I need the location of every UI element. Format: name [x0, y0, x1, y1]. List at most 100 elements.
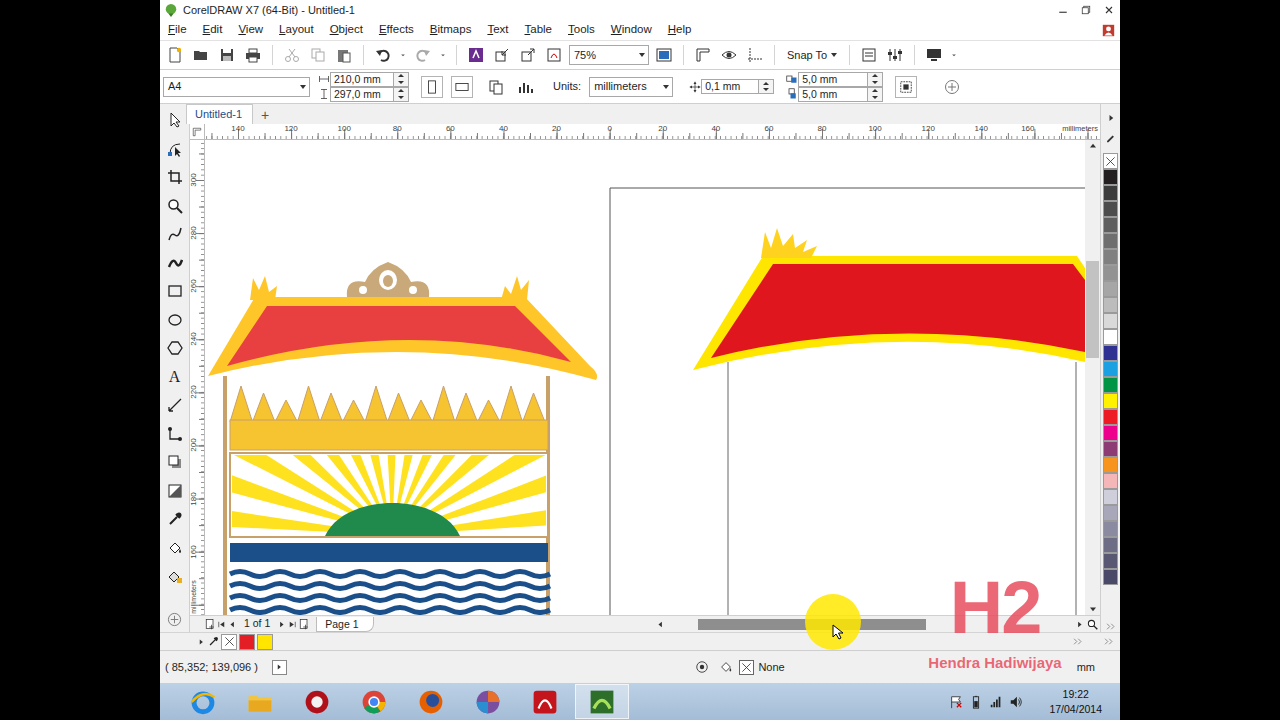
color-swatch[interactable]	[1103, 393, 1118, 409]
color-swatch[interactable]	[257, 634, 273, 650]
minimize-button[interactable]	[1051, 0, 1074, 20]
zoom-tool[interactable]	[164, 195, 186, 217]
copy-button[interactable]	[307, 44, 329, 66]
close-button[interactable]	[1097, 0, 1120, 20]
color-swatch[interactable]	[1103, 281, 1118, 297]
taskbar-app[interactable]	[461, 684, 515, 719]
color-swatch[interactable]	[1103, 297, 1118, 313]
color-swatch[interactable]	[1103, 377, 1118, 393]
eyedrop-icon[interactable]	[208, 636, 219, 647]
spinner[interactable]	[868, 87, 883, 102]
color-swatch[interactable]	[1103, 153, 1118, 169]
page-size-combo[interactable]: A4	[163, 77, 310, 97]
color-swatch[interactable]	[1103, 537, 1118, 553]
color-swatch[interactable]	[1103, 217, 1118, 233]
maximize-button[interactable]	[1074, 0, 1097, 20]
portrait-button[interactable]	[421, 76, 443, 98]
status-info-button[interactable]	[272, 660, 287, 675]
paste-button[interactable]	[333, 44, 355, 66]
menu-item[interactable]: Object	[322, 21, 371, 38]
clock-time[interactable]: 19:22	[1063, 687, 1089, 702]
zoom-level-combo[interactable]: 75%	[569, 45, 649, 65]
color-swatch[interactable]	[1103, 457, 1118, 473]
menu-item[interactable]: Edit	[195, 21, 231, 38]
connect-button[interactable]	[465, 44, 487, 66]
connector-tool[interactable]	[164, 423, 186, 445]
sliders-button[interactable]	[884, 44, 906, 66]
import-button[interactable]	[491, 44, 513, 66]
launch-button[interactable]	[923, 44, 945, 66]
dbl-icon[interactable]	[1103, 636, 1114, 647]
up-icon[interactable]	[1087, 140, 1099, 152]
page-width[interactable]: 210,0 mm	[334, 73, 381, 86]
scrollbar-thumb[interactable]	[698, 619, 926, 630]
page-height-field[interactable]: 297,0 mm	[330, 87, 394, 102]
first-icon[interactable]	[216, 619, 227, 630]
color-swatch[interactable]	[1103, 425, 1118, 441]
nudge-distance[interactable]: 0,1 mm	[705, 80, 740, 93]
target-icon[interactable]	[695, 660, 709, 674]
artistic-tool[interactable]	[164, 252, 186, 274]
addpage-icon[interactable]	[298, 618, 310, 630]
snap-to-label[interactable]: Snap To	[787, 47, 827, 64]
color-swatch[interactable]	[1103, 505, 1118, 521]
units[interactable]: millimeters	[594, 78, 659, 95]
transparency-tool[interactable]	[164, 480, 186, 502]
fill-tool[interactable]	[164, 537, 186, 559]
page-size[interactable]: A4	[168, 78, 296, 95]
customize-toolbox-button[interactable]	[164, 608, 186, 630]
color-swatch[interactable]	[1103, 441, 1118, 457]
battery-icon[interactable]	[969, 695, 983, 709]
menu-item[interactable]: Layout	[271, 21, 322, 38]
eye-button[interactable]	[718, 44, 740, 66]
fullscreen-button[interactable]	[653, 44, 675, 66]
vertical-ruler[interactable]: 300280260240220200180160millimeters	[190, 140, 205, 615]
snap-to-button[interactable]: Snap To	[783, 47, 841, 64]
pen-icon[interactable]	[1105, 132, 1116, 143]
new-tab-button[interactable]: +	[253, 107, 277, 124]
units-combo[interactable]: millimeters	[589, 77, 673, 97]
menu-item[interactable]: Text	[479, 21, 516, 38]
undo-list-button[interactable]	[398, 44, 408, 66]
open-button[interactable]	[190, 44, 212, 66]
freehand-tool[interactable]	[164, 223, 186, 245]
duplicate-x-field[interactable]: 5,0 mm	[798, 72, 868, 87]
account-button[interactable]	[1097, 20, 1120, 40]
taskbar-app[interactable]	[518, 684, 572, 719]
color-swatch[interactable]	[1103, 489, 1118, 505]
scrollbar-thumb[interactable]	[1086, 261, 1099, 358]
right-icon[interactable]	[1074, 619, 1085, 630]
menu-item[interactable]: File	[160, 21, 195, 38]
speaker-icon[interactable]	[1009, 695, 1023, 709]
menu-item[interactable]: Help	[660, 21, 700, 38]
text-tool-label[interactable]: A	[169, 369, 181, 385]
addpage-icon[interactable]	[204, 618, 216, 630]
horizontal-scrollbar[interactable]	[655, 617, 1085, 632]
color-swatch[interactable]	[1103, 313, 1118, 329]
undo-button[interactable]	[372, 44, 394, 66]
ruler-origin[interactable]	[190, 124, 205, 140]
page-width-field[interactable]: 210,0 mm	[330, 72, 394, 87]
color-swatch[interactable]	[1103, 569, 1118, 585]
menu-item[interactable]: View	[230, 21, 271, 38]
pick-tool[interactable]	[164, 109, 186, 131]
taskbar-app[interactable]	[290, 684, 344, 719]
dbl-icon[interactable]	[1105, 621, 1116, 632]
cut-button[interactable]	[281, 44, 303, 66]
guides-button[interactable]	[744, 44, 766, 66]
landscape-button[interactable]	[451, 76, 473, 98]
menu-item[interactable]: Window	[603, 21, 660, 38]
duplicate-y[interactable]: 5,0 mm	[802, 88, 837, 101]
ellipse-tool[interactable]	[164, 309, 186, 331]
menu-item[interactable]: Effects	[371, 21, 422, 38]
text-tool[interactable]: A	[164, 366, 186, 388]
signal-icon[interactable]	[989, 695, 1003, 709]
rect-tool[interactable]	[164, 280, 186, 302]
left-icon[interactable]	[227, 619, 238, 630]
flag-icon[interactable]	[949, 695, 963, 709]
taskbar-app[interactable]	[176, 684, 230, 719]
dbl-icon[interactable]	[1072, 636, 1083, 647]
clock-date[interactable]: 17/04/2014	[1049, 702, 1102, 717]
eyedrop-tool[interactable]	[164, 508, 186, 530]
horizontal-ruler[interactable]: 14012010080604020020406080100120140160mi…	[205, 124, 1100, 140]
